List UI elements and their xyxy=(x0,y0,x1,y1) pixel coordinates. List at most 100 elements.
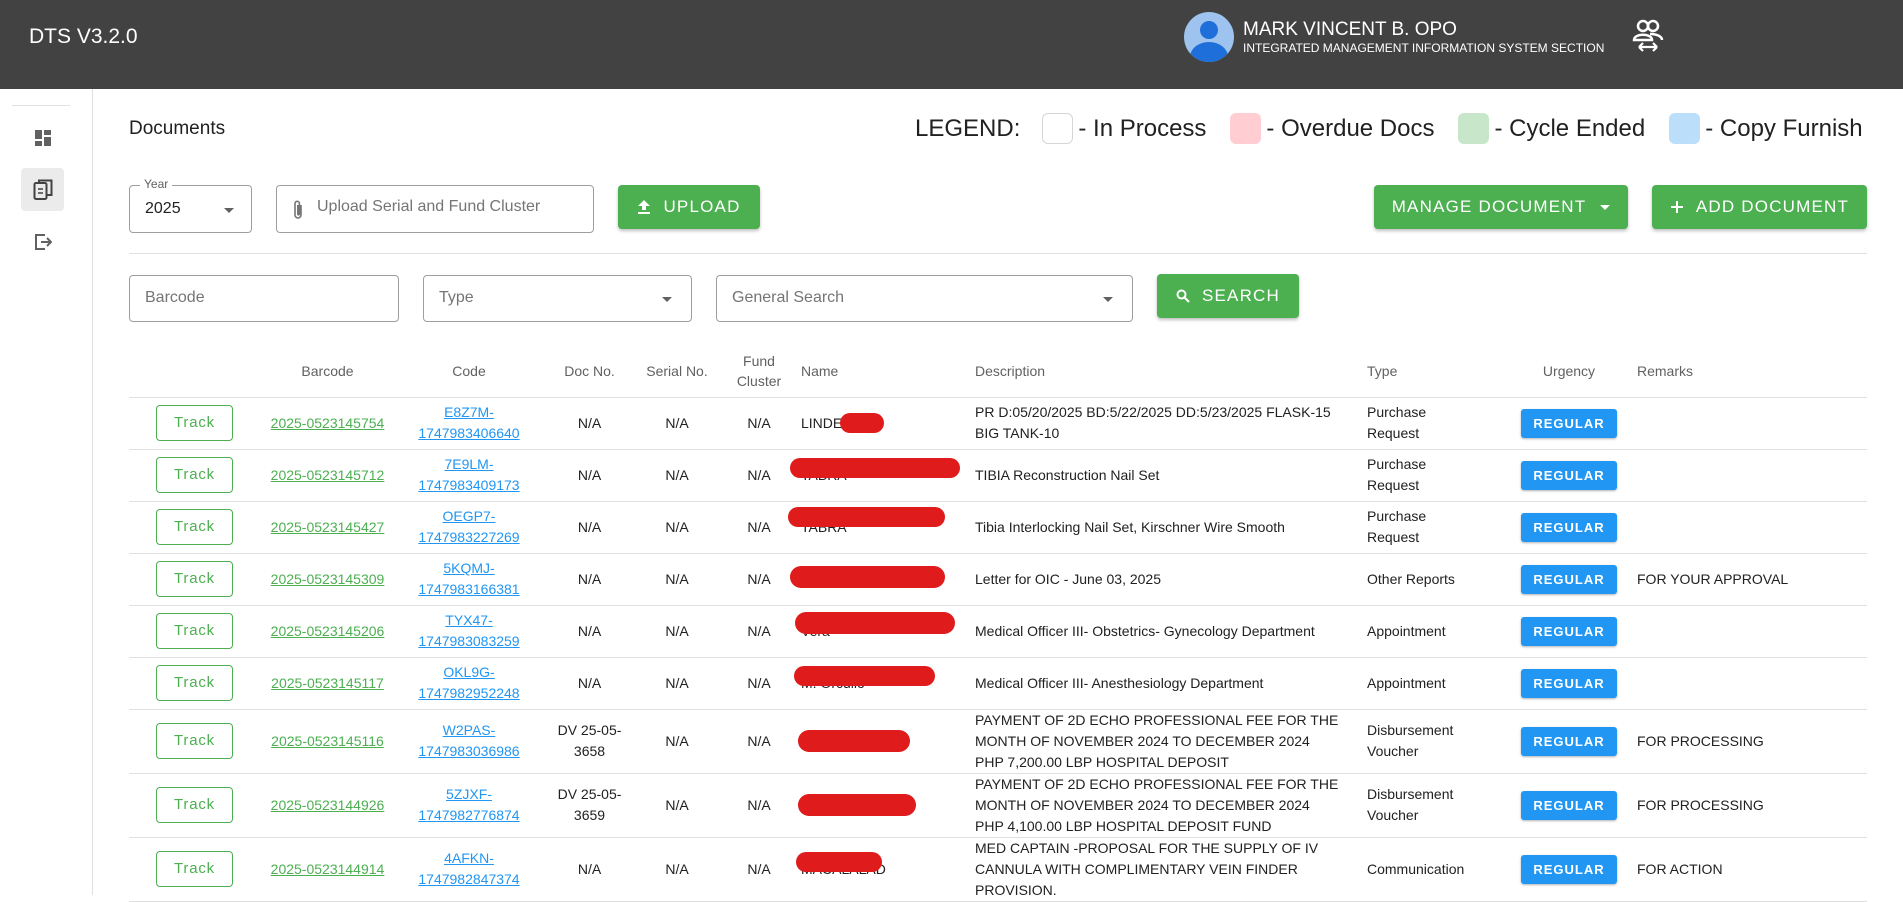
col-header-fund-cluster[interactable]: Fund Cluster xyxy=(718,345,800,398)
code-number: 1747983036986 xyxy=(418,743,520,759)
code-cell: OKL9G- 1747982952248 xyxy=(395,657,543,710)
barcode-link[interactable]: 2025-0523144926 xyxy=(271,797,385,813)
description-cell: PR D:05/20/2025 BD:5/22/2025 DD:5/23/202… xyxy=(975,397,1367,450)
legend-text: - Copy Furnish xyxy=(1705,114,1863,142)
serial-no-cell: N/A xyxy=(636,397,718,450)
track-button[interactable]: Track xyxy=(156,787,233,823)
code-cell: OEGP7- 1747983227269 xyxy=(395,501,543,554)
doc-no-cell: N/A xyxy=(543,397,636,450)
general-search-input[interactable] xyxy=(732,289,1064,307)
code-link[interactable]: 5ZJXF- 1747982776874 xyxy=(418,786,519,823)
barcode-link[interactable]: 2025-0523144914 xyxy=(271,861,385,877)
doc-no-cell: DV 25-05-3659 xyxy=(543,773,636,838)
col-header-barcode[interactable]: Barcode xyxy=(260,345,395,398)
track-button[interactable]: Track xyxy=(156,851,233,887)
code-prefix: OEGP7- xyxy=(442,508,496,524)
upload-button-label: UPLOAD xyxy=(663,197,741,216)
barcode-link[interactable]: 2025-0523145117 xyxy=(271,675,384,691)
type-select[interactable] xyxy=(423,275,692,322)
add-document-button[interactable]: ADD DOCUMENT xyxy=(1652,185,1867,229)
col-header-urgency[interactable]: Urgency xyxy=(1509,345,1629,398)
doc-no-cell: N/A xyxy=(543,605,636,658)
track-button[interactable]: Track xyxy=(156,509,233,545)
upload-file-field[interactable] xyxy=(276,185,594,233)
upload-button[interactable]: UPLOAD xyxy=(618,185,760,229)
manage-document-button[interactable]: MANAGE DOCUMENT xyxy=(1374,185,1628,229)
track-button[interactable]: Track xyxy=(156,405,233,441)
track-button[interactable]: Track xyxy=(156,613,233,649)
barcode-link[interactable]: 2025-0523145712 xyxy=(271,467,385,483)
track-button[interactable]: Track xyxy=(156,723,233,759)
legend-label: LEGEND: xyxy=(915,114,1021,142)
barcode-cell: 2025-0523145309 xyxy=(260,553,395,606)
col-header-serial-no[interactable]: Serial No. xyxy=(636,345,718,398)
code-number: 1747983227269 xyxy=(418,529,520,545)
redaction-mark xyxy=(795,611,955,634)
code-link[interactable]: TYX47- 1747983083259 xyxy=(418,612,519,649)
redaction-mark xyxy=(798,729,910,752)
urgency-badge[interactable]: REGULAR xyxy=(1521,564,1617,594)
urgency-badge[interactable]: REGULAR xyxy=(1521,726,1617,756)
switch-account-icon[interactable] xyxy=(1632,18,1664,54)
urgency-badge[interactable]: REGULAR xyxy=(1521,790,1617,820)
upload-file-input[interactable] xyxy=(317,198,577,216)
name-cell: LINDE xyxy=(800,397,975,450)
barcode-link[interactable]: 2025-0523145116 xyxy=(271,733,384,749)
code-link[interactable]: E8Z7M- 1747983406640 xyxy=(418,404,519,441)
barcode-link[interactable]: 2025-0523145309 xyxy=(271,571,385,587)
col-header-type[interactable]: Type xyxy=(1367,345,1509,398)
paperclip-icon xyxy=(294,200,302,219)
type-cell: Communication xyxy=(1367,837,1509,902)
sidebar-item-dashboard[interactable] xyxy=(21,116,64,159)
code-prefix: E8Z7M- xyxy=(444,404,494,420)
name-cell: M. Orcullo xyxy=(794,657,975,710)
col-header-doc-no[interactable]: Doc No. xyxy=(543,345,636,398)
code-link[interactable]: 7E9LM- 1747983409173 xyxy=(418,456,519,493)
urgency-badge[interactable]: REGULAR xyxy=(1521,408,1617,438)
sidebar-item-logout[interactable] xyxy=(21,220,64,263)
track-button[interactable]: Track xyxy=(156,457,233,493)
type-input[interactable] xyxy=(439,289,653,307)
search-button-label: SEARCH xyxy=(1201,286,1281,305)
urgency-badge[interactable]: REGULAR xyxy=(1521,616,1617,646)
barcode-input[interactable] xyxy=(145,289,360,307)
remarks-cell: FOR ACTION xyxy=(1629,837,1867,902)
urgency-badge[interactable]: REGULAR xyxy=(1521,460,1617,490)
urgency-badge[interactable]: REGULAR xyxy=(1521,668,1617,698)
search-button[interactable]: SEARCH xyxy=(1157,274,1299,318)
year-select[interactable]: Year 2025 xyxy=(129,177,252,233)
code-link[interactable]: 4AFKN- 1747982847374 xyxy=(418,850,519,887)
user-avatar[interactable] xyxy=(1184,12,1234,62)
documents-icon xyxy=(33,179,52,200)
code-prefix: 7E9LM- xyxy=(444,456,494,472)
barcode-field[interactable] xyxy=(129,275,399,322)
track-button[interactable]: Track xyxy=(156,561,233,597)
table-row: Track 2025-0523145309 5KQMJ- 1747983166381 N… xyxy=(129,553,1867,606)
code-link[interactable]: 5KQMJ- 1747983166381 xyxy=(418,560,519,597)
remarks-cell xyxy=(1629,397,1867,450)
barcode-link[interactable]: 2025-0523145427 xyxy=(271,519,385,535)
code-prefix: 5ZJXF- xyxy=(446,786,492,802)
type-cell: Purchase Request xyxy=(1367,501,1509,554)
toolbar-divider xyxy=(129,253,1867,254)
urgency-badge[interactable]: REGULAR xyxy=(1521,512,1617,542)
col-header-code[interactable]: Code xyxy=(395,345,543,398)
sidebar-item-documents[interactable] xyxy=(21,168,64,211)
urgency-badge[interactable]: REGULAR xyxy=(1521,854,1617,884)
year-label: Year xyxy=(140,177,173,191)
barcode-link[interactable]: 2025-0523145754 xyxy=(271,415,385,431)
col-header-name[interactable]: Name xyxy=(800,345,975,398)
code-link[interactable]: W2PAS- 1747983036986 xyxy=(418,722,519,759)
track-cell: Track xyxy=(129,553,260,606)
col-header-remarks[interactable]: Remarks xyxy=(1629,345,1867,398)
description-cell: PAYMENT OF 2D ECHO PROFESSIONAL FEE FOR … xyxy=(975,773,1367,838)
code-link[interactable]: OEGP7- 1747983227269 xyxy=(418,508,519,545)
general-search-select[interactable] xyxy=(716,275,1133,322)
code-number: 1747983166381 xyxy=(418,581,520,597)
code-cell: 5KQMJ- 1747983166381 xyxy=(395,553,543,606)
barcode-link[interactable]: 2025-0523145206 xyxy=(271,623,385,639)
track-button[interactable]: Track xyxy=(156,665,233,701)
redaction-mark xyxy=(794,665,935,686)
col-header-description[interactable]: Description xyxy=(975,345,1367,398)
code-link[interactable]: OKL9G- 1747982952248 xyxy=(418,664,519,701)
